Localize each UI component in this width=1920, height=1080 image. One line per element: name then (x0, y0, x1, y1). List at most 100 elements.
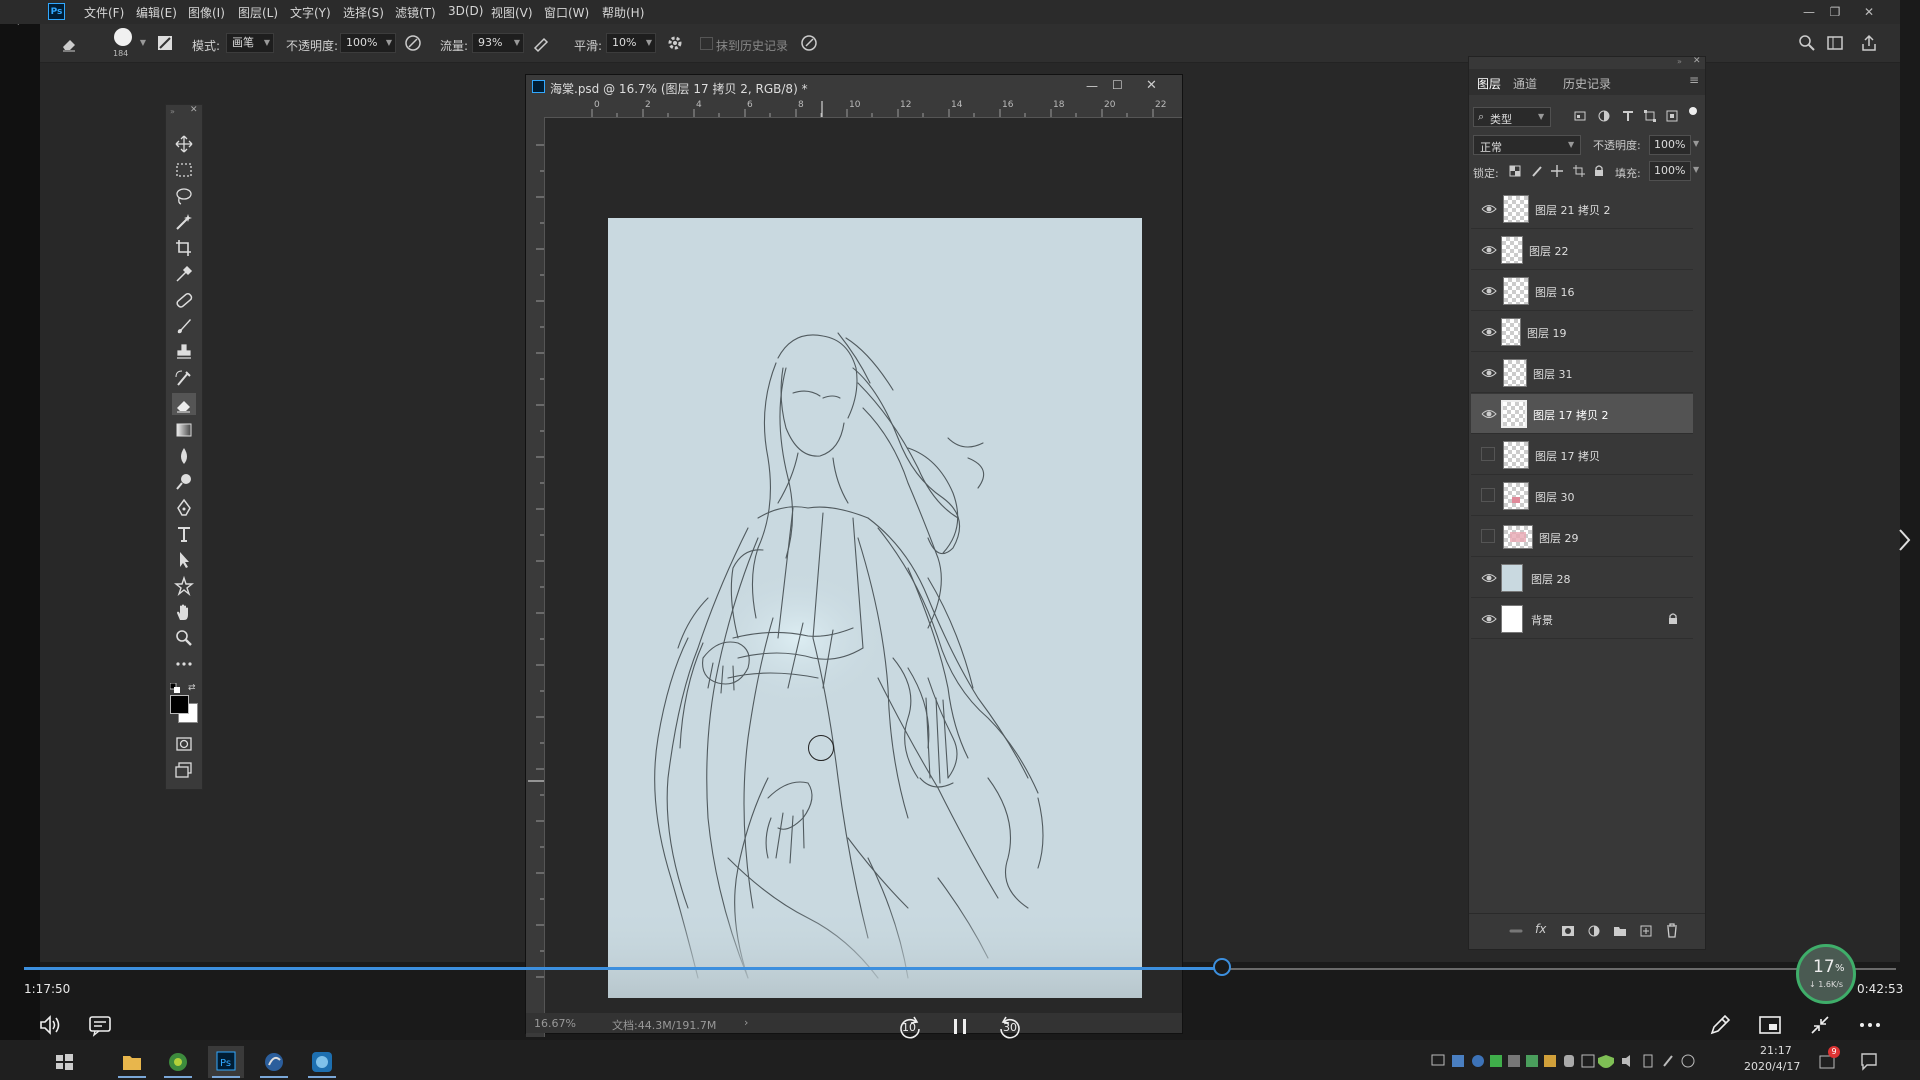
pressure-size-icon[interactable] (798, 32, 820, 54)
layer-name[interactable]: 图层 21 拷贝 2 (1535, 202, 1611, 218)
speed-meter[interactable]: 17 % ↓ 1.6K/s (1796, 944, 1856, 1004)
tab-history[interactable]: 历史记录 (1563, 75, 1611, 92)
brush-preset-caret-icon[interactable]: ▼ (136, 33, 150, 53)
brush-settings-icon[interactable] (154, 32, 176, 54)
pause-button[interactable] (946, 1012, 974, 1040)
photoshop-taskbar-icon[interactable]: Ps (208, 1046, 244, 1078)
layer-name[interactable]: 图层 31 (1533, 366, 1573, 382)
picture-in-picture-icon[interactable] (1756, 1011, 1784, 1039)
menu-edit[interactable]: 编辑(E) (136, 4, 177, 21)
eye-icon[interactable] (1481, 611, 1497, 627)
layer-row[interactable]: 图层 31 (1471, 353, 1693, 393)
eye-icon[interactable] (1481, 201, 1497, 217)
layer-name[interactable]: 图层 17 拷贝 (1535, 448, 1600, 464)
menu-help[interactable]: 帮助(H) (602, 4, 644, 21)
eyedropper-tool-icon[interactable] (172, 263, 196, 285)
rewind-10-button[interactable]: 10 (894, 1012, 926, 1042)
layer-name[interactable]: 图层 29 (1539, 530, 1579, 546)
next-chevron-icon[interactable] (1894, 526, 1914, 554)
filter-adjustment-icon[interactable] (1597, 109, 1611, 123)
hidden-visibility-box[interactable] (1481, 447, 1495, 461)
zoom-level[interactable]: 16.67% (534, 1017, 576, 1030)
lock-artboard-icon[interactable] (1573, 165, 1585, 177)
history-brush-tool-icon[interactable] (172, 367, 196, 389)
move-tool-icon[interactable] (172, 133, 196, 155)
eye-icon[interactable] (1481, 242, 1497, 258)
layer-name[interactable]: 图层 16 (1535, 284, 1575, 300)
document-title-bar[interactable]: 海棠.psd @ 16.7% (图层 17 拷贝 2, RGB/8) * — ☐… (526, 75, 1182, 99)
layer-row[interactable]: 图层 28 (1471, 558, 1693, 598)
layer-row-selected[interactable]: 图层 17 拷贝 2 (1471, 394, 1693, 434)
layer-row[interactable]: 图层 17 拷贝 (1471, 435, 1693, 475)
erase-to-history-checkbox[interactable] (700, 37, 713, 50)
eye-icon[interactable] (1481, 570, 1497, 586)
default-colors-icon[interactable] (170, 683, 180, 693)
video-player-app-icon[interactable] (304, 1046, 340, 1078)
eraser-tool-active-icon[interactable] (172, 393, 196, 415)
volume-icon[interactable] (36, 1011, 64, 1039)
taskbar-date[interactable]: 2020/4/17 (1744, 1060, 1800, 1073)
blur-tool-icon[interactable] (172, 445, 196, 467)
mode-caret-icon[interactable]: ▼ (260, 33, 274, 53)
hidden-visibility-box[interactable] (1481, 529, 1495, 543)
window-minimize-button[interactable]: — (1796, 2, 1822, 22)
panel-collapse-icon[interactable]: » (1677, 57, 1682, 66)
fill-caret-icon[interactable]: ▼ (1693, 165, 1699, 174)
adjustment-layer-icon[interactable] (1587, 924, 1601, 938)
new-layer-icon[interactable] (1639, 924, 1653, 938)
marquee-tool-icon[interactable] (172, 159, 196, 181)
progress-handle[interactable] (1213, 958, 1231, 976)
filter-pixel-icon[interactable] (1573, 109, 1587, 123)
artwork-canvas[interactable] (608, 218, 1142, 998)
layer-row[interactable]: 图层 30 (1471, 476, 1693, 516)
hand-tool-icon[interactable] (172, 601, 196, 623)
canvas-area[interactable] (545, 118, 1182, 1031)
new-group-icon[interactable] (1613, 924, 1627, 938)
brush-tool-icon[interactable] (172, 315, 196, 337)
blend-mode-select[interactable]: 正常 ▼ (1473, 135, 1581, 155)
layer-name[interactable]: 图层 22 (1529, 243, 1569, 259)
action-center-icon[interactable] (1858, 1050, 1880, 1072)
quick-mask-icon[interactable] (172, 733, 196, 755)
layer-row[interactable]: 图层 21 拷贝 2 (1471, 189, 1693, 229)
menu-type[interactable]: 文字(Y) (290, 4, 331, 21)
menu-image[interactable]: 图像(I) (188, 4, 225, 21)
tools-close-icon[interactable]: ✕ (190, 105, 198, 115)
lock-all-icon[interactable] (1593, 164, 1605, 177)
filter-toggle-icon[interactable] (1689, 107, 1697, 115)
eraser-tool-icon[interactable] (58, 32, 80, 54)
add-mask-icon[interactable] (1561, 924, 1575, 938)
taskbar-time[interactable]: 21:17 (1760, 1044, 1792, 1057)
eye-icon[interactable] (1481, 324, 1497, 340)
smoothing-caret-icon[interactable]: ▼ (642, 33, 656, 53)
crop-tool-icon[interactable] (172, 237, 196, 259)
type-tool-icon[interactable] (172, 523, 196, 545)
menu-layer[interactable]: 图层(L) (238, 4, 278, 21)
menu-window[interactable]: 窗口(W) (544, 4, 589, 21)
menu-select[interactable]: 选择(S) (343, 4, 384, 21)
swap-colors-icon[interactable]: ⇄ (188, 683, 198, 693)
paint-app-icon[interactable] (256, 1046, 292, 1078)
menu-filter[interactable]: 滤镜(T) (395, 4, 436, 21)
menu-3d[interactable]: 3D(D) (448, 4, 483, 18)
notification-app-icon[interactable]: 9 (1818, 1046, 1840, 1070)
flow-caret-icon[interactable]: ▼ (510, 33, 524, 53)
layer-name[interactable]: 图层 30 (1535, 489, 1575, 505)
doc-close-button[interactable]: ✕ (1146, 78, 1157, 93)
lock-transparent-icon[interactable] (1509, 165, 1521, 177)
dodge-tool-icon[interactable] (172, 471, 196, 493)
eye-icon[interactable] (1481, 406, 1497, 422)
brush-preset-icon[interactable] (114, 28, 132, 46)
layer-row[interactable]: 背景 (1471, 599, 1693, 639)
zoom-tool-icon[interactable] (172, 627, 196, 649)
healing-brush-tool-icon[interactable] (172, 289, 196, 311)
smoothing-gear-icon[interactable] (664, 32, 686, 54)
layer-row[interactable]: 图层 29 (1471, 517, 1693, 557)
filter-shape-icon[interactable] (1643, 109, 1657, 123)
window-restore-button[interactable]: ❐ (1822, 2, 1848, 22)
pressure-opacity-icon[interactable] (402, 32, 424, 54)
danmaku-icon[interactable] (86, 1011, 114, 1039)
more-tools-icon[interactable] (172, 653, 196, 675)
tab-channels[interactable]: 通道 (1513, 75, 1537, 92)
fill-input[interactable]: 100% (1649, 161, 1691, 181)
